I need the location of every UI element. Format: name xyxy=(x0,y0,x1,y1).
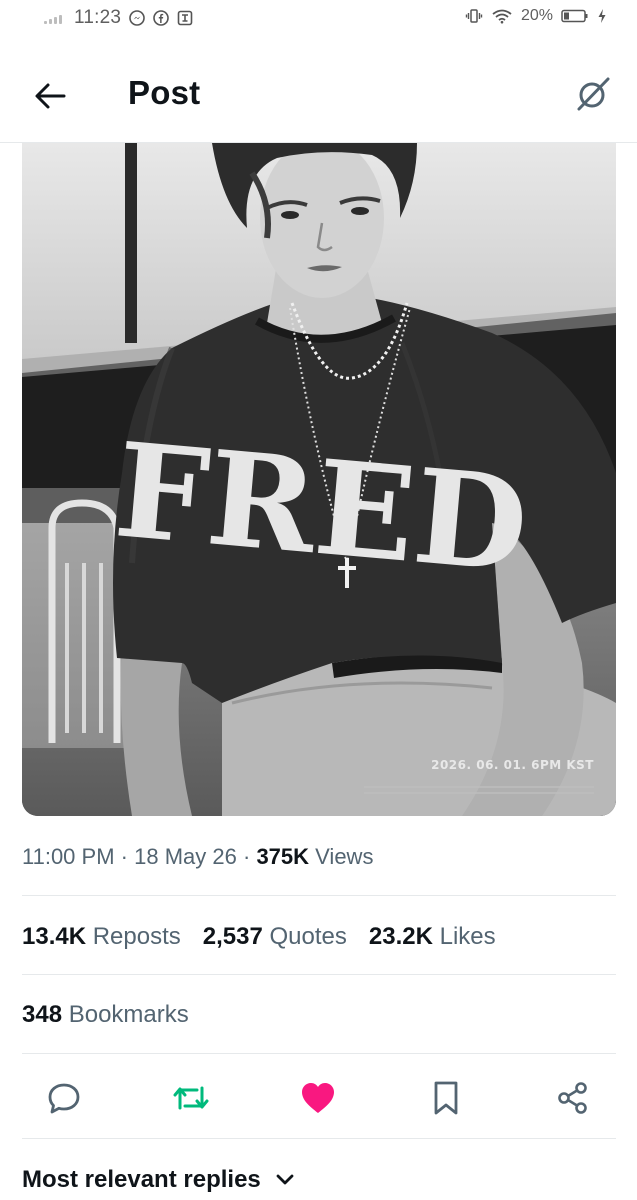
back-arrow-icon xyxy=(35,83,66,109)
post-header: Post xyxy=(0,48,637,143)
share-icon xyxy=(558,1082,587,1114)
divider xyxy=(22,1138,616,1139)
status-bar: 11:23 20% xyxy=(0,0,637,40)
messenger-icon xyxy=(129,10,145,26)
divider xyxy=(22,974,616,975)
reposts-label: Reposts xyxy=(92,923,181,950)
post-time: 11:00 PM xyxy=(22,844,115,869)
quotes-label: Quotes xyxy=(269,923,347,950)
likes-count: 23.2K xyxy=(368,923,433,950)
post-meta: 11:00 PM · 18 May 26 · 375K Views xyxy=(22,844,373,870)
meta-separator: · xyxy=(120,844,128,869)
engagement-stats: 13.4K Reposts 2,537 Quotes 23.2K Likes xyxy=(22,923,496,951)
threads-icon xyxy=(177,10,193,26)
status-bar-right: 20% xyxy=(465,7,607,25)
bookmark-button[interactable] xyxy=(426,1078,466,1118)
status-bar-left: 11:23 xyxy=(44,7,193,29)
reply-icon xyxy=(48,1083,80,1114)
reposts-stat[interactable]: 13.4K Reposts xyxy=(22,923,181,951)
repost-icon xyxy=(173,1086,209,1110)
share-button[interactable] xyxy=(553,1078,593,1118)
status-time: 11:23 xyxy=(74,7,122,28)
post-image[interactable]: FRED 2026. 06. 01. 6PM KST xyxy=(22,143,616,816)
quotes-stat[interactable]: 2,537 Quotes xyxy=(203,923,347,951)
page-title: Post xyxy=(128,74,201,111)
action-bar xyxy=(0,1074,637,1122)
vibrate-icon xyxy=(465,8,483,24)
reply-button[interactable] xyxy=(44,1078,84,1118)
wifi-icon xyxy=(491,8,513,24)
bookmark-icon xyxy=(434,1081,458,1115)
like-button[interactable] xyxy=(298,1078,338,1118)
divider xyxy=(22,1053,616,1054)
chevron-down-icon xyxy=(276,1174,294,1185)
back-button[interactable] xyxy=(30,76,70,116)
reposts-count: 13.4K xyxy=(22,923,87,950)
likes-label: Likes xyxy=(439,923,496,950)
grok-button[interactable] xyxy=(571,72,615,116)
battery-icon xyxy=(561,8,589,24)
image-overlay-date: 2026. 06. 01. 6PM KST xyxy=(431,758,594,772)
divider xyxy=(22,895,616,896)
grok-icon xyxy=(577,77,610,111)
quotes-count: 2,537 xyxy=(202,923,263,950)
likes-stat[interactable]: 23.2K Likes xyxy=(369,923,496,951)
like-icon xyxy=(302,1083,334,1113)
bookmarks-stat[interactable]: 348 Bookmarks xyxy=(22,1001,189,1029)
battery-percent: 20% xyxy=(520,7,553,24)
bookmarks-count: 348 xyxy=(22,1001,63,1028)
views-count: 375K xyxy=(256,844,310,869)
signal-icon xyxy=(44,12,62,24)
facebook-icon xyxy=(153,10,169,26)
replies-sort-dropdown[interactable]: Most relevant replies xyxy=(22,1166,295,1194)
repost-button[interactable] xyxy=(171,1078,211,1118)
charging-icon xyxy=(597,8,607,24)
views-label: Views xyxy=(315,844,374,869)
post-date: 18 May 26 xyxy=(134,844,237,869)
image-fine-print xyxy=(364,782,594,794)
meta-separator: · xyxy=(242,844,251,869)
bookmarks-label: Bookmarks xyxy=(68,1001,189,1028)
replies-sort-label: Most relevant replies xyxy=(22,1166,261,1193)
